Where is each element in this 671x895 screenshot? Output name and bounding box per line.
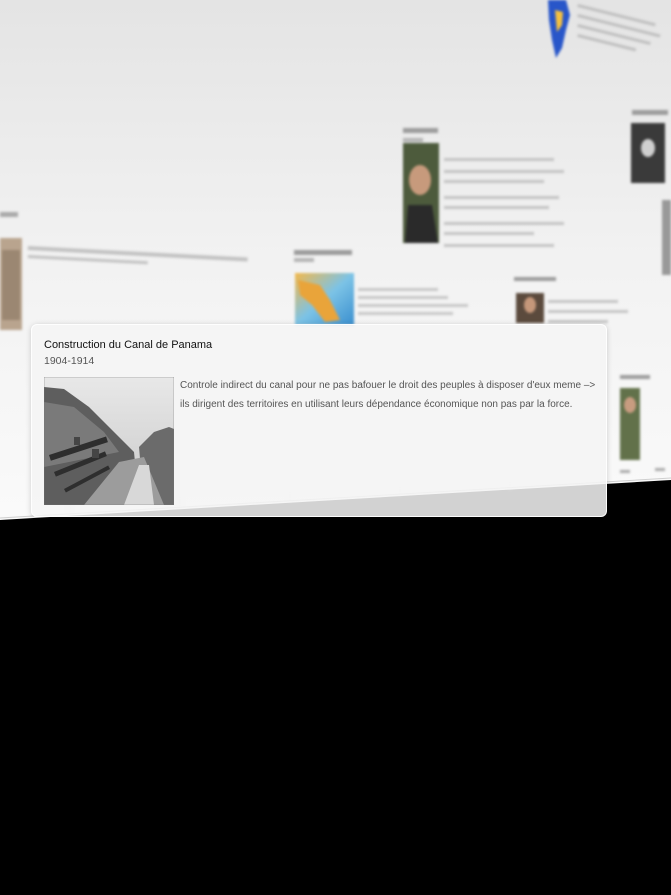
event-dates: 1904-1914: [44, 355, 95, 367]
event-description: Controle indirect du canal pour ne pas b…: [180, 380, 596, 410]
canal-photo: [44, 377, 174, 505]
event-title: Construction du Canal de Panama: [44, 339, 213, 351]
event-detail-card[interactable]: Construction du Canal de Panama 1904-191…: [31, 324, 607, 517]
